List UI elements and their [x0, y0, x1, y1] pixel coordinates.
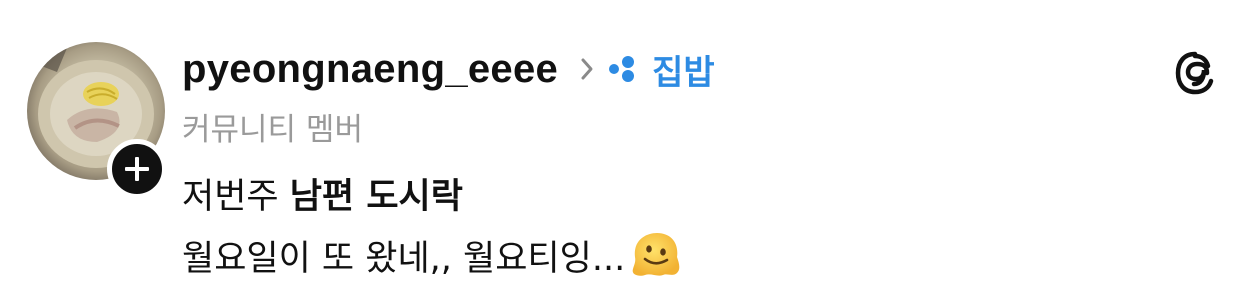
username-link[interactable]: pyeongnaeng_eeee — [182, 47, 558, 92]
post-body-text: 월요일이 또 왔네,, 월요티잉... — [182, 239, 626, 279]
threads-logo-icon[interactable] — [1170, 48, 1220, 98]
community-dots-icon[interactable] — [608, 54, 642, 84]
chevron-right-icon — [580, 57, 594, 81]
thread-post: pyeongnaeng_eeee 집밥 커뮤니티 멤버 저번주 남편 도시락 월… — [0, 0, 1260, 297]
community-name-link[interactable]: 집밥 — [652, 45, 715, 94]
post-title-bold: 남편 도시락 — [289, 177, 463, 217]
post-header: pyeongnaeng_eeee 집밥 — [182, 44, 715, 94]
post-title: 저번주 남편 도시락 — [182, 168, 463, 219]
member-role-label: 커뮤니티 멤버 — [182, 112, 363, 148]
avatar-container[interactable] — [27, 42, 167, 199]
post-body: 월요일이 또 왔네,, 월요티잉... — [182, 230, 683, 281]
melting-face-emoji — [627, 229, 683, 279]
follow-button[interactable] — [107, 139, 167, 199]
post-title-regular: 저번주 — [182, 177, 290, 217]
plus-icon — [125, 157, 149, 181]
